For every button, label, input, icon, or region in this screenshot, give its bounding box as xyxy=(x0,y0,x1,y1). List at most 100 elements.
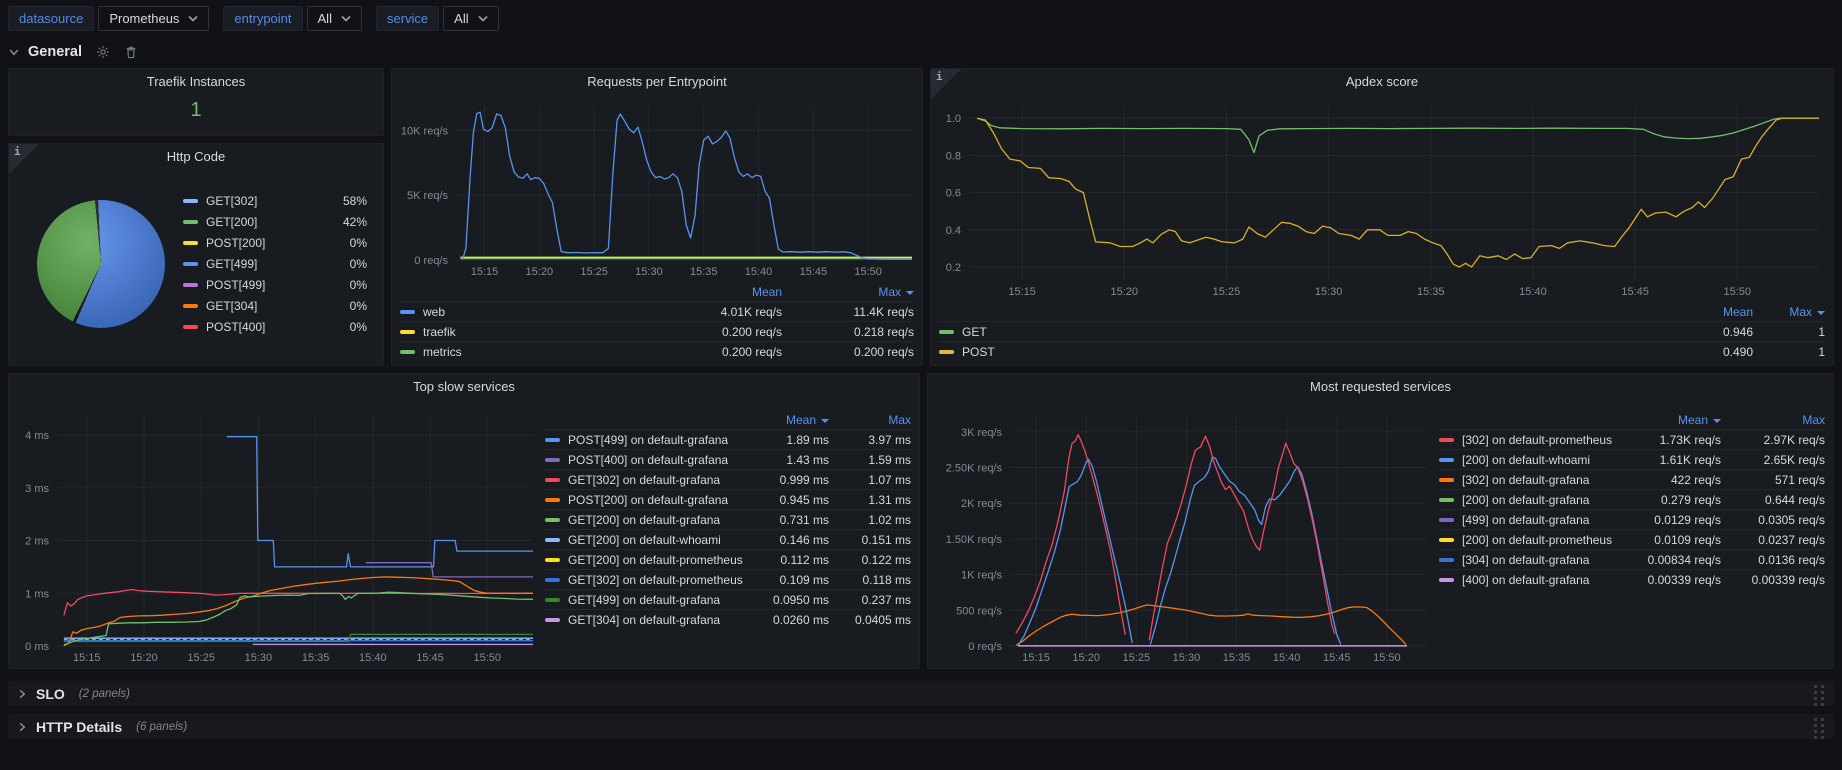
variable-value-dropdown[interactable]: All xyxy=(307,6,362,31)
gear-icon[interactable] xyxy=(96,45,110,59)
legend-item[interactable]: POST[400] on default-grafana1.43 ms1.59 … xyxy=(545,449,911,469)
legend-label[interactable]: POST xyxy=(962,345,1643,359)
legend-item[interactable]: GET0.9461 xyxy=(939,321,1825,341)
top-slow-chart[interactable]: 15:1515:2015:2515:3015:3515:4015:4515:50… xyxy=(9,400,541,668)
legend-label[interactable]: GET[200] on default-whoami xyxy=(568,533,747,547)
legend-sort-mean[interactable]: Mean xyxy=(747,413,829,427)
legend-label[interactable]: GET[302] xyxy=(206,194,329,208)
legend-label[interactable]: [499] on default-grafana xyxy=(1462,513,1621,527)
panel-info-icon[interactable]: i xyxy=(931,69,961,99)
legend-sort-max[interactable]: Max xyxy=(782,285,914,299)
panel-title[interactable]: Traefik Instances xyxy=(9,69,383,95)
chevron-down-icon[interactable] xyxy=(8,46,20,58)
legend-item[interactable]: GET[200]42% xyxy=(183,213,367,231)
legend-item[interactable]: GET[200] on default-whoami0.146 ms0.151 … xyxy=(545,529,911,549)
http-code-pie[interactable] xyxy=(37,200,165,328)
trash-icon[interactable] xyxy=(124,45,138,59)
legend-item[interactable]: [200] on default-whoami1.61K req/s2.65K … xyxy=(1439,449,1825,469)
panel-title[interactable]: Apdex score xyxy=(931,69,1833,95)
legend-item[interactable]: POST[499] on default-grafana1.89 ms3.97 … xyxy=(545,429,911,449)
legend-item[interactable]: POST[499]0% xyxy=(183,276,367,294)
legend-sort-mean[interactable]: Mean xyxy=(1643,305,1753,319)
panel-title[interactable]: Top slow services xyxy=(9,374,919,400)
legend-item[interactable]: POST[400]0% xyxy=(183,318,367,336)
legend-item[interactable]: GET[304] on default-grafana0.0260 ms0.04… xyxy=(545,609,911,629)
legend-item[interactable]: web4.01K req/s11.4K req/s xyxy=(400,301,914,321)
top_slow-canvas[interactable]: 15:1515:2015:2515:3015:3515:4015:4515:50… xyxy=(9,400,541,668)
legend-item[interactable]: POST[200]0% xyxy=(183,234,367,252)
legend-item[interactable]: GET[499] on default-grafana0.0950 ms0.23… xyxy=(545,589,911,609)
legend-label[interactable]: GET[302] on default-prometheus xyxy=(568,573,747,587)
row-http-details[interactable]: HTTP Details (6 panels) xyxy=(8,714,1834,739)
legend-sort-max[interactable]: Max xyxy=(1753,305,1825,319)
legend-label[interactable]: web xyxy=(423,305,652,319)
legend-label[interactable]: POST[200] on default-grafana xyxy=(568,493,747,507)
legend-label[interactable]: GET[304] on default-grafana xyxy=(568,613,747,627)
legend-item[interactable]: [302] on default-prometheus1.73K req/s2.… xyxy=(1439,429,1825,449)
legend-item[interactable]: [499] on default-grafana0.0129 req/s0.03… xyxy=(1439,509,1825,529)
legend-label[interactable]: POST[499] xyxy=(206,278,329,292)
legend-label[interactable]: POST[499] on default-grafana xyxy=(568,433,747,447)
legend-label[interactable]: GET[200] on default-grafana xyxy=(568,513,747,527)
requests-chart[interactable]: 15:1515:2015:2515:3015:3515:4015:4515:50… xyxy=(392,95,922,282)
legend-label[interactable]: POST[400] on default-grafana xyxy=(568,453,747,467)
legend-label[interactable]: GET[200] on default-prometheus xyxy=(568,553,747,567)
legend-label[interactable]: [304] on default-grafana xyxy=(1462,553,1621,567)
legend-sort-mean[interactable]: Mean xyxy=(652,285,782,299)
legend-item[interactable]: [400] on default-grafana0.00339 req/s0.0… xyxy=(1439,569,1825,589)
requests-canvas[interactable]: 15:1515:2015:2515:3015:3515:4015:4515:50… xyxy=(392,95,922,282)
legend-label[interactable]: [200] on default-whoami xyxy=(1462,453,1621,467)
legend-item[interactable]: POST[200] on default-grafana0.945 ms1.31… xyxy=(545,489,911,509)
row-general[interactable]: General xyxy=(8,39,1834,65)
panel-info-icon[interactable]: i xyxy=(9,144,39,174)
legend-item[interactable]: [200] on default-prometheus0.0109 req/s0… xyxy=(1439,529,1825,549)
legend-label[interactable]: GET[302] on default-grafana xyxy=(568,473,747,487)
row-title[interactable]: SLO xyxy=(36,686,65,702)
legend-item[interactable]: GET[499]0% xyxy=(183,255,367,273)
legend-label[interactable]: POST[200] xyxy=(206,236,329,250)
legend-label[interactable]: POST[400] xyxy=(206,320,329,334)
panel-body: 15:1515:2015:2515:3015:3515:4015:4515:50… xyxy=(928,400,1833,668)
legend-item[interactable]: metrics0.200 req/s0.200 req/s xyxy=(400,341,914,361)
row-title[interactable]: General xyxy=(28,44,82,60)
legend-item[interactable]: POST0.4901 xyxy=(939,341,1825,361)
legend-sort-max[interactable]: Max xyxy=(1721,413,1825,427)
legend-sort-max[interactable]: Max xyxy=(829,413,911,427)
row-drag-handle[interactable] xyxy=(1814,718,1824,739)
legend-label[interactable]: GET[499] xyxy=(206,257,329,271)
legend-sort-mean[interactable]: Mean xyxy=(1621,413,1721,427)
legend-item[interactable]: GET[302]58% xyxy=(183,192,367,210)
variable-value-dropdown[interactable]: Prometheus xyxy=(98,6,209,31)
row-slo[interactable]: SLO (2 panels) xyxy=(8,681,1834,706)
legend-item[interactable]: [200] on default-grafana0.279 req/s0.644… xyxy=(1439,489,1825,509)
row-drag-handle[interactable] xyxy=(1814,685,1824,706)
legend-label[interactable]: [200] on default-grafana xyxy=(1462,493,1621,507)
legend-label[interactable]: GET[304] xyxy=(206,299,329,313)
legend-label[interactable]: [200] on default-prometheus xyxy=(1462,533,1621,547)
legend-item[interactable]: GET[304]0% xyxy=(183,297,367,315)
panel-title[interactable]: Http Code xyxy=(9,144,383,170)
legend-item[interactable]: GET[200] on default-prometheus0.112 ms0.… xyxy=(545,549,911,569)
legend-label[interactable]: traefik xyxy=(423,325,652,339)
legend-label[interactable]: metrics xyxy=(423,345,652,359)
legend-label[interactable]: [302] on default-prometheus xyxy=(1462,433,1621,447)
legend-item[interactable]: traefik0.200 req/s0.218 req/s xyxy=(400,321,914,341)
legend-label[interactable]: GET[200] xyxy=(206,215,329,229)
apdex-chart[interactable]: 15:1515:2015:2515:3015:3515:4015:4515:50… xyxy=(931,95,1833,302)
legend-item[interactable]: [302] on default-grafana422 req/s571 req… xyxy=(1439,469,1825,489)
legend-item[interactable]: GET[302] on default-prometheus0.109 ms0.… xyxy=(545,569,911,589)
legend-label[interactable]: GET[499] on default-grafana xyxy=(568,593,747,607)
panel-title[interactable]: Most requested services xyxy=(928,374,1833,400)
panel-title[interactable]: Requests per Entrypoint xyxy=(392,69,922,95)
most_requested-canvas[interactable]: 15:1515:2015:2515:3015:3515:4015:4515:50… xyxy=(928,400,1435,668)
row-title[interactable]: HTTP Details xyxy=(36,719,122,735)
variable-value-dropdown[interactable]: All xyxy=(443,6,498,31)
legend-item[interactable]: [304] on default-grafana0.00834 req/s0.0… xyxy=(1439,549,1825,569)
most-requested-chart[interactable]: 15:1515:2015:2515:3015:3515:4015:4515:50… xyxy=(928,400,1435,668)
apdex-canvas[interactable]: 15:1515:2015:2515:3015:3515:4015:4515:50… xyxy=(931,95,1833,302)
legend-item[interactable]: GET[200] on default-grafana0.731 ms1.02 … xyxy=(545,509,911,529)
legend-label[interactable]: [400] on default-grafana xyxy=(1462,573,1621,587)
legend-label[interactable]: GET xyxy=(962,325,1643,339)
legend-item[interactable]: GET[302] on default-grafana0.999 ms1.07 … xyxy=(545,469,911,489)
legend-label[interactable]: [302] on default-grafana xyxy=(1462,473,1621,487)
